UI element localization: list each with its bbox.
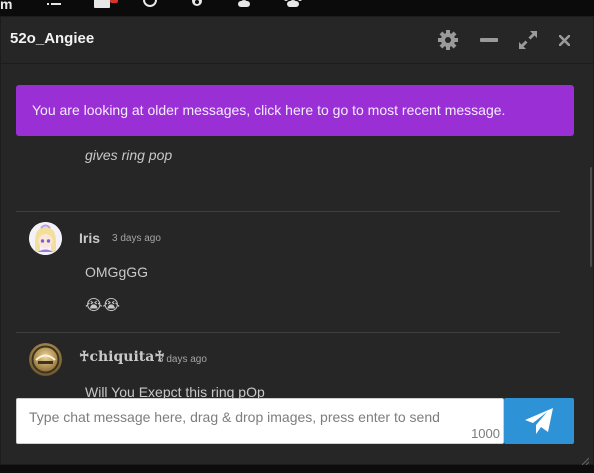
- message-timestamp: 3 days ago: [112, 233, 161, 244]
- scrollbar-thumb[interactable]: [590, 167, 592, 267]
- clock-icon[interactable]: [142, 0, 158, 11]
- expand-icon[interactable]: [517, 29, 539, 51]
- message-item: ♰chiquita♰ 3 days ago Will You Exepct th…: [16, 333, 560, 398]
- message-text: Will You Exepct this ring pOp: [85, 384, 265, 398]
- message-scrollbar[interactable]: [590, 137, 593, 398]
- users-icon[interactable]: [284, 0, 302, 11]
- message-text: OMGgGG: [85, 264, 149, 280]
- navbar-brand-letter[interactable]: m: [0, 0, 12, 12]
- gear-icon[interactable]: [437, 29, 459, 51]
- user-icon[interactable]: [236, 0, 252, 11]
- message-item: Iris 3 days ago OMGgGG 😭😭: [16, 212, 560, 333]
- chat-composer: 1000: [16, 398, 504, 444]
- inbox-icon[interactable]: [94, 0, 110, 11]
- minimize-icon[interactable]: [479, 29, 499, 51]
- notification-badge: [110, 0, 118, 3]
- message-username[interactable]: Iris: [79, 230, 100, 246]
- chat-message-input[interactable]: [17, 399, 503, 443]
- message-item: gives ring pop: [16, 137, 560, 212]
- character-counter: 1000: [471, 426, 500, 441]
- message-list[interactable]: gives ring pop Iris 3 days ago OMGgGG 😭😭: [1, 137, 593, 398]
- message-timestamp: 3 days ago: [158, 354, 207, 365]
- fire-icon[interactable]: [189, 0, 205, 11]
- site-navbar: m: [0, 0, 594, 16]
- avatar[interactable]: [29, 222, 62, 255]
- chat-window: 52o_Angiee You are looking at older mess…: [0, 16, 594, 466]
- chat-title: 52o_Angiee: [10, 30, 95, 47]
- resize-grip[interactable]: [581, 452, 590, 466]
- close-icon[interactable]: [557, 29, 571, 51]
- message-emoji: 😭😭: [85, 297, 121, 314]
- message-username[interactable]: ♰chiquita♰: [79, 349, 165, 365]
- send-button[interactable]: [504, 398, 574, 444]
- avatar[interactable]: [29, 343, 62, 376]
- paper-plane-icon: [525, 408, 553, 434]
- message-text: gives ring pop: [85, 147, 173, 163]
- chat-header: 52o_Angiee: [1, 17, 593, 64]
- list-icon[interactable]: [46, 0, 62, 11]
- older-messages-banner[interactable]: You are looking at older messages, click…: [16, 85, 574, 136]
